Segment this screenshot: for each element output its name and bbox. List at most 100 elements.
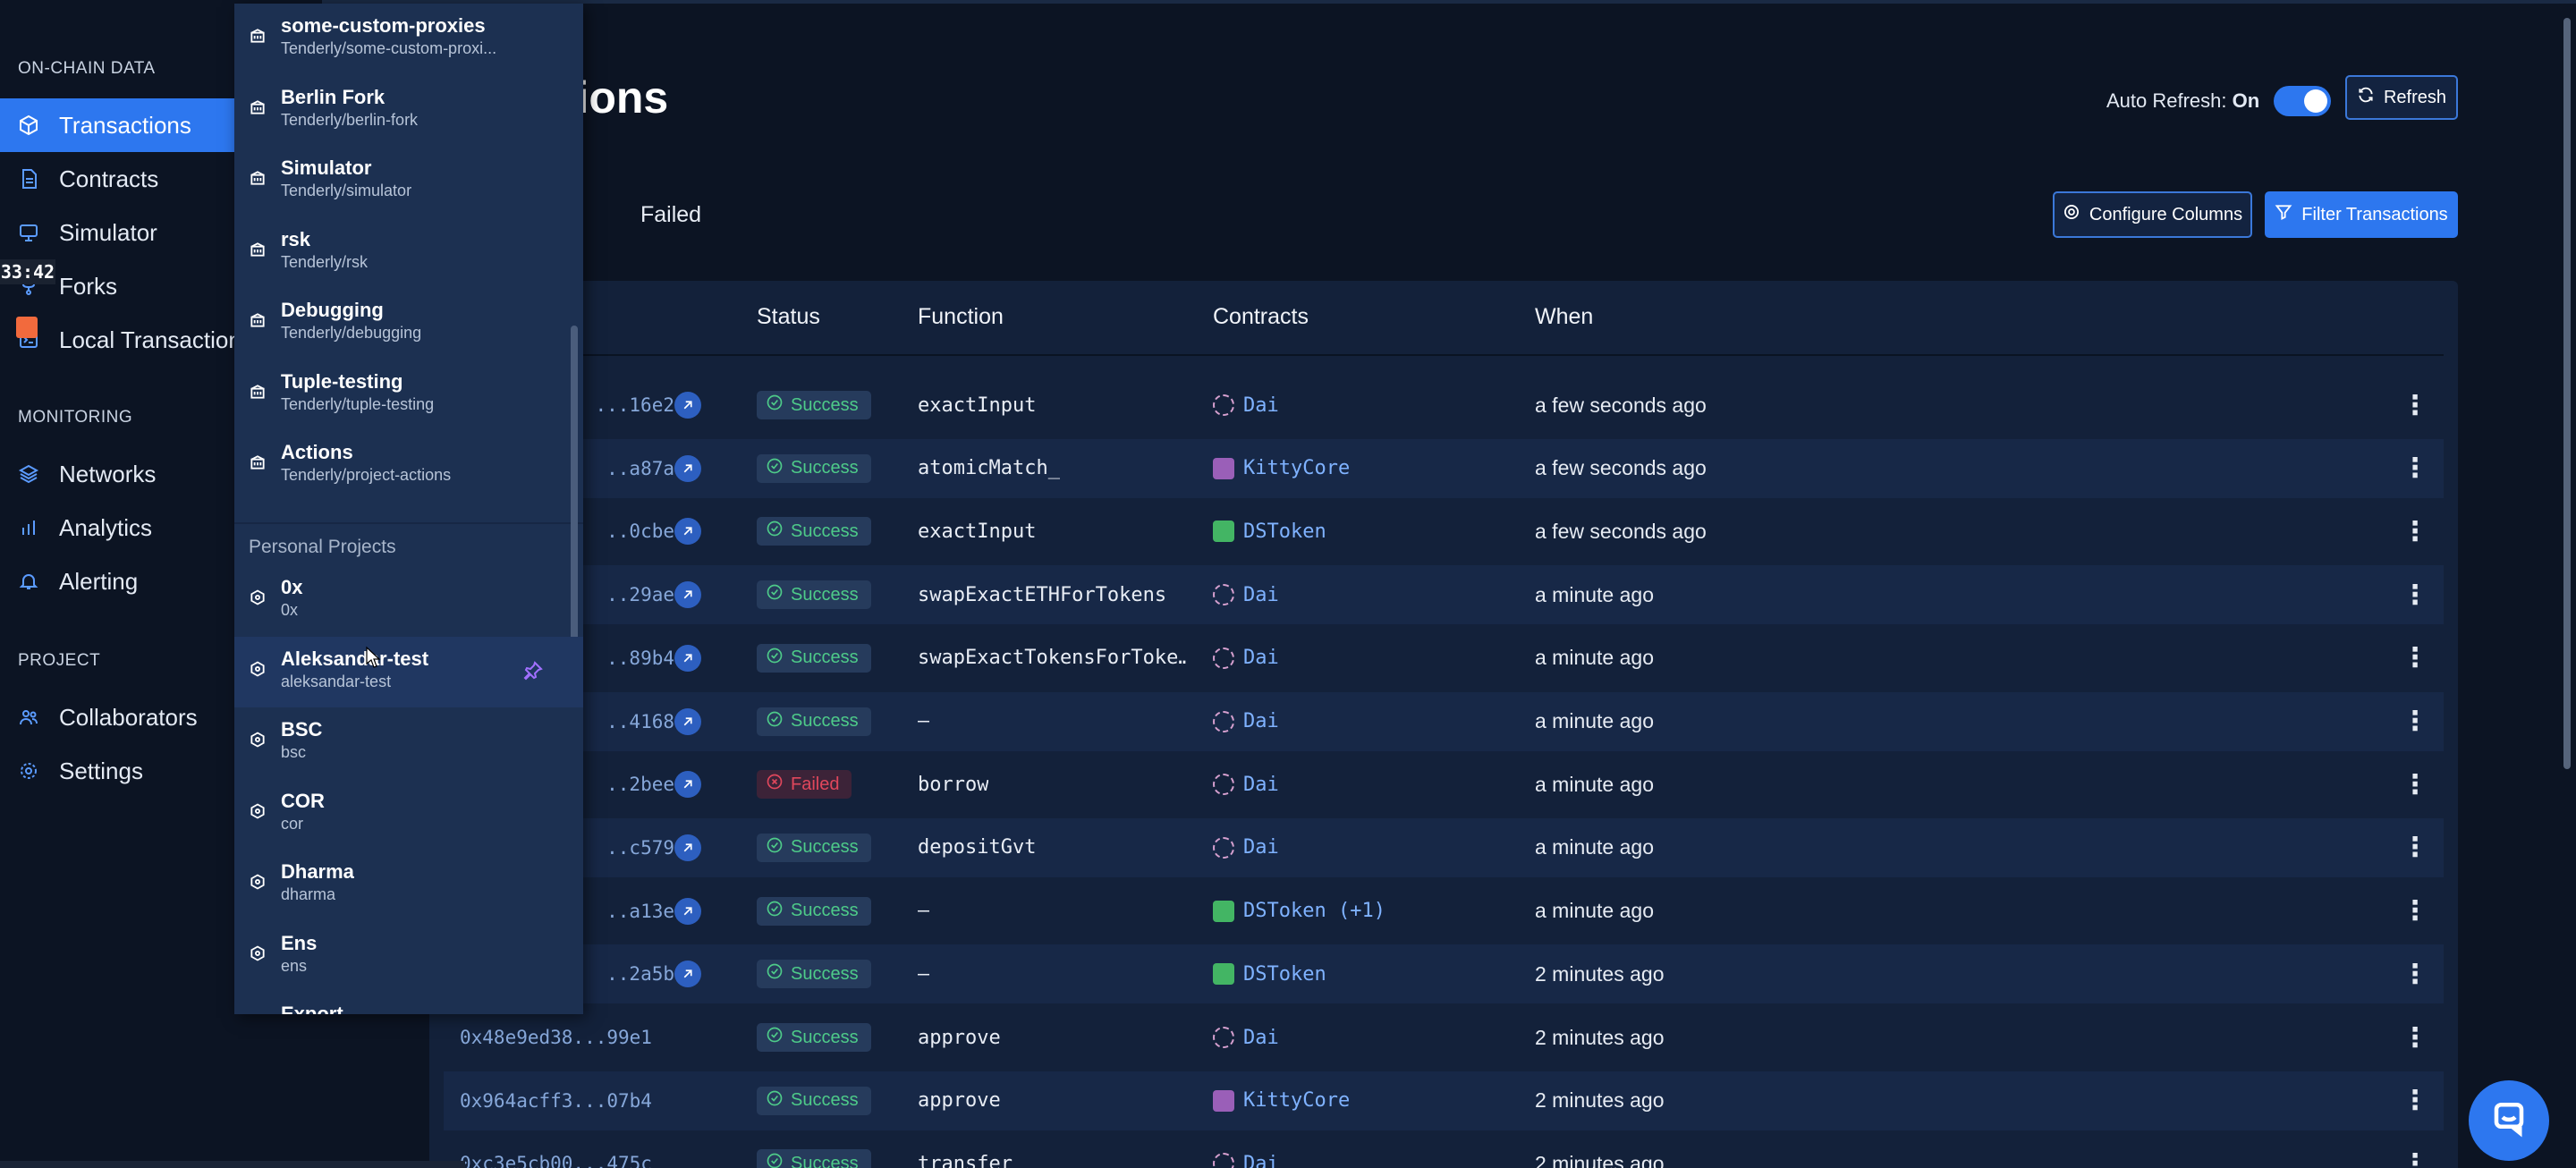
sidebar-item-settings[interactable]: Settings	[0, 744, 234, 798]
open-transaction-icon[interactable]	[674, 882, 701, 941]
contract-link[interactable]: Dai	[1213, 818, 1279, 877]
project-slug: bsc	[281, 743, 307, 761]
page-scrollbar[interactable]	[2563, 18, 2571, 769]
configure-columns-button[interactable]: Configure Columns	[2053, 191, 2252, 238]
table-row[interactable]: ..4168 Success – Dai a minute ago ⋮	[444, 691, 2444, 751]
check-circle-icon	[766, 647, 784, 670]
contract-link[interactable]: DSToken	[1213, 944, 1326, 1003]
tx-hash-link[interactable]: 0xc3e5cb00...475c	[460, 1134, 674, 1168]
tab-failed[interactable]: Failed	[640, 202, 701, 228]
stop-recording-icon[interactable]	[16, 317, 38, 338]
open-transaction-icon[interactable]	[674, 502, 701, 561]
project-item-dharma[interactable]: Dharma dharma	[234, 850, 583, 920]
contract-link[interactable]: KittyCore	[1213, 439, 1350, 498]
refresh-button[interactable]: Refresh	[2345, 75, 2458, 120]
tx-hash-link[interactable]: 0x964acff3...07b4	[460, 1071, 674, 1130]
open-transaction-icon[interactable]	[674, 755, 701, 814]
open-transaction-icon[interactable]	[674, 565, 701, 624]
sidebar-item-networks[interactable]: Networks	[0, 447, 234, 501]
row-menu-icon[interactable]: ⋮	[2402, 818, 2428, 877]
row-menu-icon[interactable]: ⋮	[2402, 439, 2428, 498]
project-item-ens[interactable]: Ens ens	[234, 921, 583, 992]
function-name: atomicMatch_	[918, 457, 1060, 480]
timestamp: 2 minutes ago	[1535, 1151, 1665, 1168]
contract-link[interactable]: Dai	[1213, 376, 1279, 435]
project-item-debugging[interactable]: Debugging Tenderly/debugging	[234, 288, 583, 359]
contract-link[interactable]: Dai	[1213, 755, 1279, 814]
project-item-bsc[interactable]: BSC bsc	[234, 707, 583, 778]
row-menu-icon[interactable]: ⋮	[2402, 755, 2428, 814]
check-circle-icon	[766, 836, 784, 859]
open-transaction-icon[interactable]	[674, 944, 701, 1003]
row-menu-icon[interactable]: ⋮	[2402, 629, 2428, 688]
status-cell: Success	[757, 1071, 871, 1130]
table-row[interactable]: ..89b4 Success swapExactTokensForToke… Dai a…	[444, 629, 2444, 688]
sidebar-item-contracts[interactable]: Contracts	[0, 152, 234, 206]
pin-icon[interactable]	[522, 660, 544, 681]
table-row[interactable]: ..29ae Success swapExactETHForTokens Dai a m…	[444, 565, 2444, 625]
contract-link[interactable]: Dai	[1213, 1134, 1279, 1168]
project-item-cor[interactable]: COR cor	[234, 779, 583, 850]
contract-link[interactable]: Dai	[1213, 1008, 1279, 1067]
table-row[interactable]: ..2bee Failed borrow Dai a minute ago ⋮	[444, 755, 2444, 814]
row-menu-icon[interactable]: ⋮	[2402, 376, 2428, 435]
sidebar-item-alerting[interactable]: Alerting	[0, 554, 234, 608]
table-row[interactable]: ..a87a Success atomicMatch_ KittyCore a few …	[444, 438, 2444, 498]
table-row[interactable]: 0xc3e5cb00...475c Success transfer Dai 2 min…	[444, 1134, 2444, 1168]
project-item-berlin-fork[interactable]: Berlin Fork Tenderly/berlin-fork	[234, 75, 583, 146]
row-menu-icon[interactable]: ⋮	[2402, 565, 2428, 624]
filter-transactions-button[interactable]: Filter Transactions	[2265, 191, 2458, 238]
open-transaction-icon[interactable]	[674, 439, 701, 498]
row-menu-icon[interactable]: ⋮	[2402, 882, 2428, 941]
sidebar-item-simulator[interactable]: Simulator	[0, 206, 234, 259]
project-item-actions[interactable]: Actions Tenderly/project-actions	[234, 430, 583, 501]
project-item-tuple-testing[interactable]: Tuple-testing Tenderly/tuple-testing	[234, 360, 583, 430]
support-chat-button[interactable]	[2469, 1080, 2549, 1161]
open-transaction-icon[interactable]	[674, 818, 701, 877]
project-item-aleksandar-test[interactable]: Aleksandar-test aleksandar-test	[234, 636, 583, 707]
check-circle-icon	[766, 710, 784, 733]
project-item-simulator[interactable]: Simulator Tenderly/simulator	[234, 146, 583, 216]
sidebar-item-label: Local Transactions	[59, 326, 253, 353]
sidebar-item-analytics[interactable]: Analytics	[0, 501, 234, 554]
table-row[interactable]: ...16e2 Success exactInput Dai a few seconds…	[444, 376, 2444, 435]
table-row[interactable]: 0x964acff3...07b4 Success approve KittyCore…	[444, 1071, 2444, 1130]
project-slug: Tenderly/project-actions	[281, 466, 452, 484]
tx-hash-link[interactable]: 0x48e9ed38...99e1	[460, 1008, 674, 1067]
row-menu-icon[interactable]: ⋮	[2402, 944, 2428, 1003]
open-transaction-icon[interactable]	[674, 692, 701, 751]
table-row[interactable]: 0x48e9ed38...99e1 Success approve Dai 2 minu…	[444, 1008, 2444, 1067]
contract-link[interactable]: DSToken	[1213, 502, 1326, 561]
contract-link[interactable]: Dai	[1213, 565, 1279, 624]
sidebar-item-collaborators[interactable]: Collaborators	[0, 690, 234, 744]
contract-link[interactable]: KittyCore	[1213, 1071, 1350, 1130]
project-name: Actions	[281, 441, 353, 463]
project-item-some-custom-proxies[interactable]: some-custom-proxies Tenderly/some-custom-…	[234, 4, 583, 74]
timestamp: a minute ago	[1535, 899, 1654, 923]
auto-refresh-toggle[interactable]	[2274, 86, 2332, 116]
row-menu-icon[interactable]: ⋮	[2402, 692, 2428, 751]
open-transaction-icon[interactable]	[674, 629, 701, 688]
contract-link[interactable]: DSToken (+1)	[1213, 882, 1385, 941]
project-switcher-dropdown: Personal Projects some-custom-proxies Ten…	[234, 4, 583, 1014]
row-menu-icon[interactable]: ⋮	[2402, 502, 2428, 561]
project-slug: Tenderly/rsk	[281, 252, 369, 271]
row-menu-icon[interactable]: ⋮	[2402, 1071, 2428, 1130]
contract-link[interactable]: Dai	[1213, 692, 1279, 751]
project-item-export[interactable]: Export	[234, 992, 583, 1014]
table-row[interactable]: ..c579 Success depositGvt Dai a minute ago ⋮	[444, 817, 2444, 877]
contract-link[interactable]: Dai	[1213, 629, 1279, 688]
project-item-rsk[interactable]: rsk Tenderly/rsk	[234, 217, 583, 288]
table-row[interactable]: ..2a5b Success – DSToken 2 minutes ago ⋮	[444, 944, 2444, 1004]
table-row[interactable]: ..0cbe Success exactInput DSToken a few seco…	[444, 502, 2444, 561]
open-transaction-icon[interactable]	[674, 376, 701, 435]
project-name: Debugging	[281, 299, 384, 321]
sidebar-item-transactions[interactable]: Transactions	[0, 98, 234, 152]
dai-contract-icon	[1213, 1027, 1234, 1048]
project-item-0x[interactable]: 0x 0x	[234, 565, 583, 636]
sidebar-item-label: Contracts	[59, 165, 159, 192]
row-menu-icon[interactable]: ⋮	[2402, 1134, 2428, 1168]
row-menu-icon[interactable]: ⋮	[2402, 1008, 2428, 1067]
recording-timer: 33:42	[0, 259, 55, 284]
table-row[interactable]: ..a13e Success – DSToken (+1) a minute ago ⋮	[444, 882, 2444, 941]
